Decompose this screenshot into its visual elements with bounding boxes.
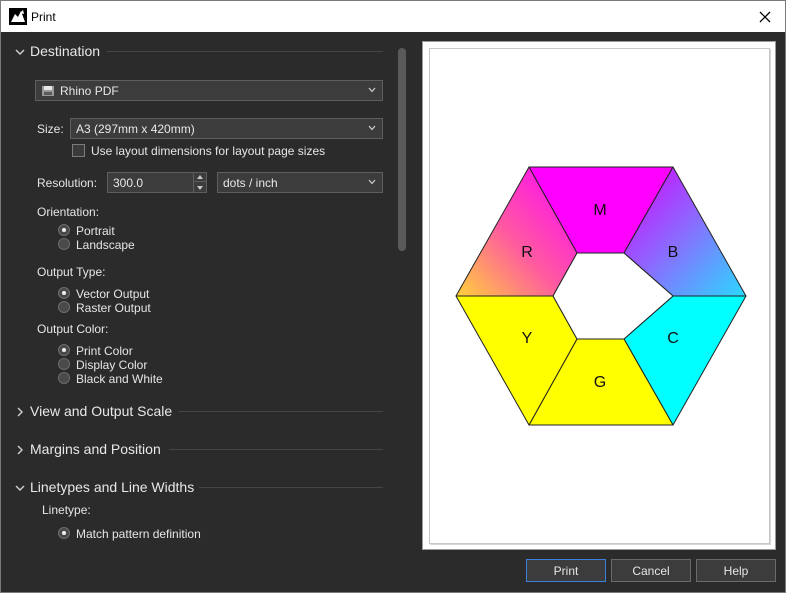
orientation-label: Orientation: <box>37 205 100 219</box>
window-title: Print <box>31 10 56 24</box>
output-type-label: Output Type: <box>37 265 106 279</box>
raster-output-label: Raster Output <box>76 301 151 315</box>
section-title: Linetypes and Line Widths <box>30 479 195 495</box>
black-white-label: Black and White <box>76 372 163 386</box>
raster-output-radio[interactable] <box>58 301 70 313</box>
preview-page: M B C G Y R <box>429 48 770 544</box>
layout-dimensions-label: Use layout dimensions for layout page si… <box>91 144 326 158</box>
display-color-radio[interactable] <box>58 358 70 370</box>
preview-hexagon-graphic: M B C G Y R <box>455 166 747 426</box>
print-color-radio[interactable] <box>58 344 70 356</box>
section-linetypes[interactable]: Linetypes and Line Widths <box>14 478 194 496</box>
segment-label-r: R <box>521 244 533 261</box>
close-icon[interactable] <box>745 1 785 32</box>
section-view-scale[interactable]: View and Output Scale <box>14 402 172 420</box>
title-bar: Print <box>0 0 786 32</box>
size-label: Size: <box>37 122 64 136</box>
chevron-down-icon <box>14 481 26 493</box>
resolution-unit-value: dots / inch <box>223 175 278 190</box>
vector-output-label: Vector Output <box>76 287 150 301</box>
linetype-label: Linetype: <box>42 503 91 517</box>
divider <box>199 487 383 488</box>
print-dialog-body: Destination Rhino PDF Size: A3 (297mm x … <box>0 32 786 593</box>
divider <box>169 449 383 450</box>
printer-icon <box>41 85 55 97</box>
black-white-radio[interactable] <box>58 372 70 384</box>
printer-select[interactable]: Rhino PDF <box>35 80 383 101</box>
segment-label-g: G <box>594 374 606 391</box>
match-pattern-label: Match pattern definition <box>76 527 201 541</box>
chevron-down-icon <box>368 87 376 93</box>
resolution-unit-select[interactable]: dots / inch <box>217 172 383 193</box>
divider <box>107 51 383 52</box>
output-color-label: Output Color: <box>37 322 109 336</box>
divider <box>179 411 383 412</box>
landscape-radio[interactable] <box>58 238 70 250</box>
printer-value: Rhino PDF <box>60 83 119 98</box>
print-button[interactable]: Print <box>526 559 606 582</box>
chevron-right-icon <box>14 443 26 455</box>
landscape-label: Landscape <box>76 238 135 252</box>
print-color-label: Print Color <box>76 344 133 358</box>
resolution-input[interactable]: 300.0 <box>107 172 194 193</box>
rhino-app-icon <box>9 8 27 25</box>
display-color-label: Display Color <box>76 358 148 372</box>
match-pattern-radio[interactable] <box>58 527 70 539</box>
resolution-value: 300.0 <box>113 175 144 190</box>
portrait-label: Portrait <box>76 224 115 238</box>
step-down-icon[interactable] <box>194 183 206 192</box>
section-margins[interactable]: Margins and Position <box>14 440 161 458</box>
section-title: Destination <box>30 43 101 59</box>
print-preview: M B C G Y R <box>422 41 776 550</box>
resolution-stepper[interactable] <box>193 172 207 193</box>
section-title: Margins and Position <box>30 441 161 457</box>
help-button[interactable]: Help <box>696 559 776 582</box>
portrait-radio[interactable] <box>58 224 70 236</box>
chevron-right-icon <box>14 405 26 417</box>
vector-output-radio[interactable] <box>58 287 70 299</box>
chevron-down-icon <box>368 125 376 131</box>
section-destination[interactable]: Destination <box>14 42 100 60</box>
settings-scrollbar[interactable] <box>398 48 406 251</box>
resolution-label: Resolution: <box>37 176 98 190</box>
segment-label-y: Y <box>522 330 533 347</box>
size-value: A3 (297mm x 420mm) <box>76 121 195 136</box>
layout-dimensions-checkbox[interactable] <box>72 144 85 157</box>
chevron-down-icon <box>368 179 376 185</box>
size-select[interactable]: A3 (297mm x 420mm) <box>70 118 383 139</box>
segment-label-c: C <box>667 330 679 347</box>
segment-label-b: B <box>668 244 679 261</box>
step-up-icon[interactable] <box>194 173 206 182</box>
cancel-button[interactable]: Cancel <box>611 559 691 582</box>
section-title: View and Output Scale <box>30 403 173 419</box>
segment-label-m: M <box>593 202 606 219</box>
chevron-down-icon <box>14 45 26 57</box>
